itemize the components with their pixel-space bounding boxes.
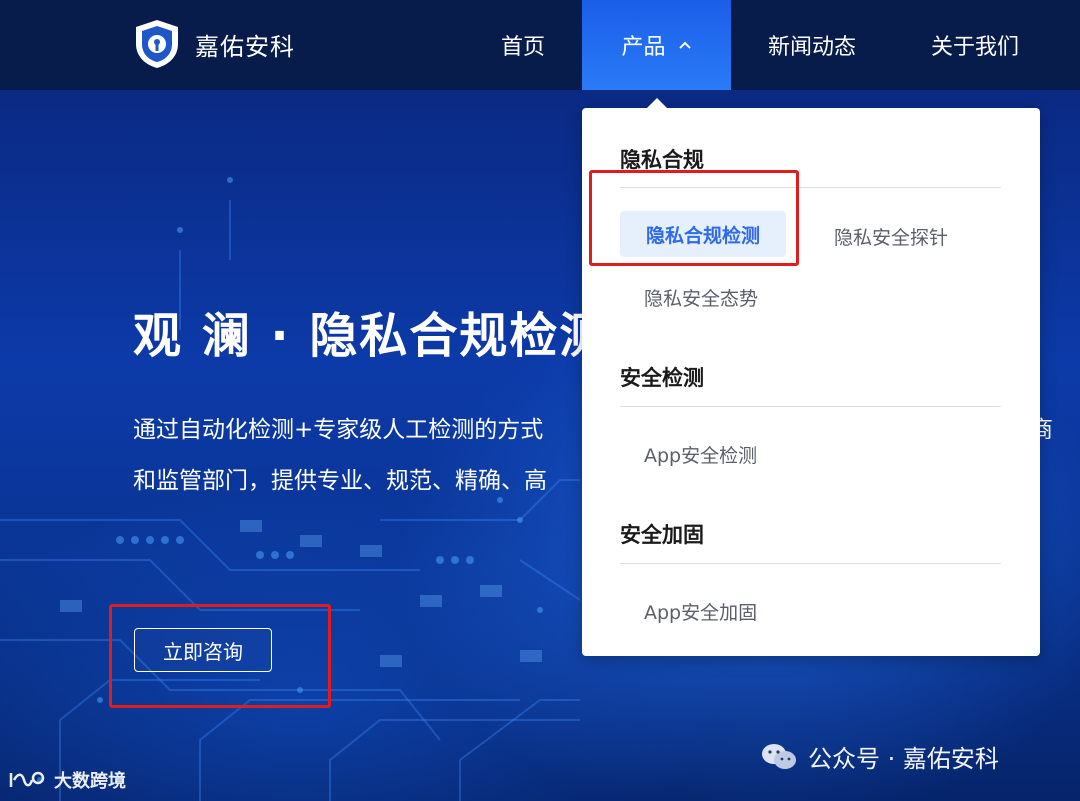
nav-about[interactable]: 关于我们 <box>915 0 1035 90</box>
section-title-hardening: 安全加固 <box>620 523 704 547</box>
shield-lock-icon <box>136 20 178 68</box>
highlight-box-menu-item <box>589 170 799 266</box>
hero-description-line-1: 通过自动化检测+专家级人工检测的方式 <box>133 417 544 443</box>
watermark-logo-icon <box>9 771 45 787</box>
section-title-security-check: 安全检测 <box>620 366 704 390</box>
wechat-icon <box>762 743 796 769</box>
menu-item-app-hardening[interactable]: App安全加固 <box>644 598 757 625</box>
brand-logo[interactable]: 嘉佑安科 <box>133 18 295 70</box>
hero-title: 观 澜 · 隐私合规检测 <box>133 308 610 364</box>
hero-description-line-2: 和监管部门，提供专业、规范、精确、高 <box>133 468 547 494</box>
nav-news-label: 新闻动态 <box>767 35 856 60</box>
top-navbar: 嘉佑安科 首页 产品 新闻动态 关于我们 <box>0 0 1080 90</box>
nav-product[interactable]: 产品 <box>582 0 731 90</box>
highlight-box-consult <box>109 604 331 708</box>
nav-home[interactable]: 首页 <box>478 0 568 90</box>
watermark-right-text: 公众号 · 嘉佑安科 <box>808 745 999 773</box>
section-divider <box>620 563 1001 564</box>
section-divider <box>620 406 1001 407</box>
dropdown-pointer <box>647 98 667 108</box>
nav-news[interactable]: 新闻动态 <box>748 0 876 90</box>
watermark-left-text: 大数跨境 <box>54 771 126 792</box>
brand-name: 嘉佑安科 <box>195 32 295 61</box>
nav-home-label: 首页 <box>500 35 545 60</box>
menu-item-privacy-security-probe[interactable]: 隐私安全探针 <box>834 223 948 250</box>
menu-item-privacy-security-posture[interactable]: 隐私安全态势 <box>644 284 758 311</box>
nav-about-label: 关于我们 <box>930 35 1019 60</box>
watermark-right: 公众号 · 嘉佑安科 <box>760 739 999 774</box>
menu-item-app-security-check[interactable]: App安全检测 <box>644 441 757 468</box>
nav-product-label: 产品 <box>621 35 666 60</box>
chevron-up-icon <box>678 41 691 49</box>
watermark-left: 大数跨境 <box>8 767 126 793</box>
